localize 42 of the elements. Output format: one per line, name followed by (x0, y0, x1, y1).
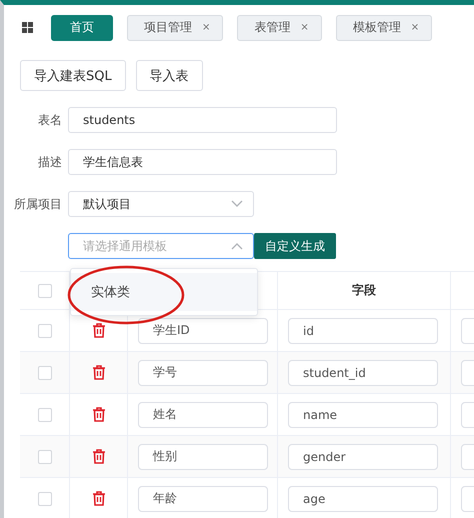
trash-icon[interactable] (92, 365, 106, 380)
checkbox[interactable] (38, 450, 52, 464)
close-icon[interactable]: × (410, 22, 420, 33)
generate-button[interactable]: 自定义生成 (254, 233, 336, 259)
checkbox[interactable] (38, 366, 52, 380)
caption-input[interactable]: 姓名 (138, 402, 268, 428)
caption-input[interactable]: 学号 (138, 360, 268, 386)
tab[interactable]: 表管理 × (237, 14, 322, 40)
trash-icon[interactable] (92, 491, 106, 506)
close-icon[interactable]: × (202, 22, 210, 33)
tab[interactable]: 项目管理 × (127, 14, 224, 40)
chevron-icon (231, 242, 243, 250)
input-field[interactable]: 学生信息表 (68, 149, 337, 175)
select-field[interactable]: 默认项目 (68, 191, 254, 217)
tab[interactable]: 首页 (51, 14, 113, 40)
trash-icon[interactable] (92, 449, 106, 464)
field-label: 所属项目 (13, 196, 62, 212)
dropdown-option[interactable]: 实体类 (71, 273, 257, 311)
caption-input[interactable]: 年龄 (138, 486, 268, 512)
close-icon[interactable]: × (300, 22, 309, 33)
field-input[interactable]: age (288, 486, 438, 512)
checkbox[interactable] (38, 408, 52, 422)
grid-icon[interactable] (22, 22, 33, 33)
field-input[interactable]: gender (288, 444, 438, 470)
input-field[interactable]: students (68, 107, 337, 133)
trash-icon[interactable] (92, 407, 106, 422)
toolbar-button[interactable]: 导入建表SQL (20, 60, 126, 91)
checkbox[interactable] (38, 284, 52, 298)
caption-input[interactable]: 学生ID (138, 318, 268, 344)
chevron-icon (231, 200, 243, 208)
field-label: 描述 (37, 154, 62, 170)
field-input[interactable]: name (288, 402, 438, 428)
field-label: 表名 (37, 112, 62, 128)
field-input[interactable]: id (288, 318, 438, 344)
checkbox[interactable] (38, 492, 52, 506)
checkbox[interactable] (38, 324, 52, 338)
caption-input[interactable]: 性别 (138, 444, 268, 470)
tab[interactable]: 模板管理 × (336, 14, 432, 40)
trash-icon[interactable] (92, 323, 106, 338)
toolbar-button[interactable]: 导入表 (136, 60, 203, 91)
field-input[interactable]: student_id (288, 360, 438, 386)
column-heading: 字段 (352, 282, 376, 299)
